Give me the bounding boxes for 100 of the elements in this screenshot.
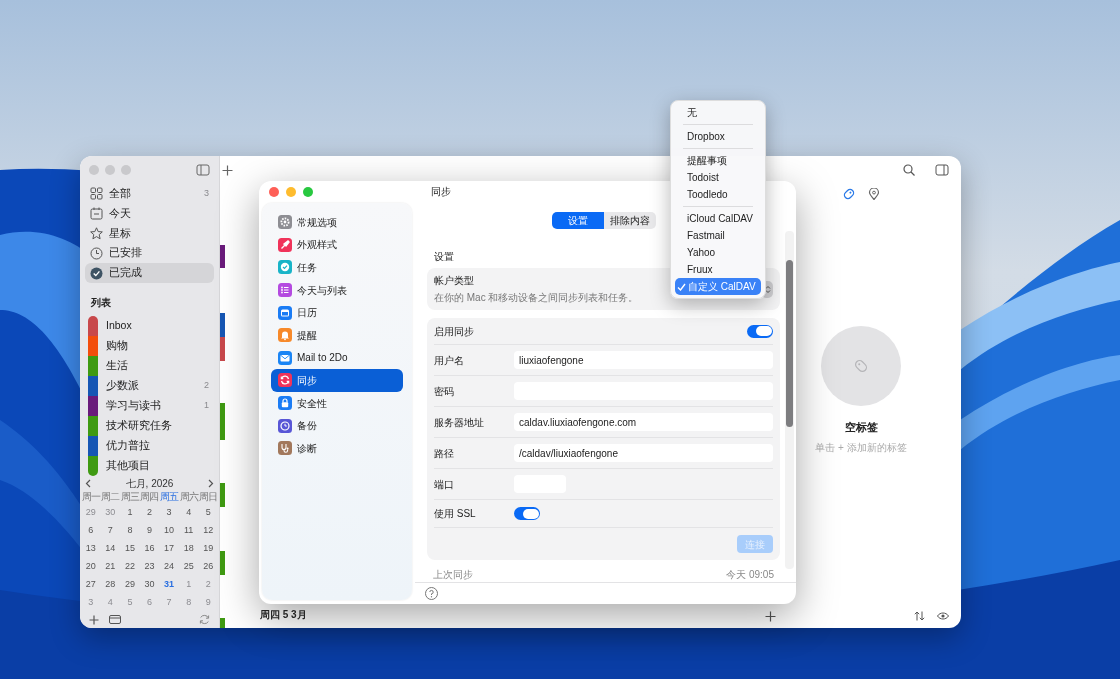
calendar-day[interactable]: 22 <box>120 557 140 576</box>
calendar-day[interactable]: 4 <box>178 503 199 522</box>
menu-item[interactable]: Yahoo <box>675 244 761 261</box>
sidebar-item[interactable]: 全部 3 <box>85 183 214 204</box>
calendar-day[interactable]: 21 <box>100 557 121 576</box>
settings-nav-item[interactable]: Mail to 2Do <box>271 346 403 370</box>
calendar-day[interactable]: 18 <box>178 539 199 558</box>
weekday-label: 周三 <box>120 490 140 504</box>
sidebar-toggle-icon[interactable] <box>196 163 210 176</box>
plus-icon[interactable] <box>765 610 776 622</box>
settings-nav-item[interactable]: 备份 <box>271 414 403 437</box>
settings-nav-item[interactable]: 同步 <box>271 369 403 392</box>
segment-tab[interactable]: 排除内容 <box>603 212 656 229</box>
settings-nav-item[interactable]: 任务 <box>271 256 403 279</box>
text-field[interactable]: caldav.liuxiaofengone.com <box>514 413 773 431</box>
list-item[interactable]: Inbox <box>85 316 214 337</box>
settings-nav-item[interactable]: 诊断 <box>271 436 403 460</box>
field-label: 用户名 <box>434 353 465 368</box>
eye-icon[interactable] <box>937 612 949 620</box>
field-label: 服务器地址 <box>434 415 485 430</box>
plus-icon[interactable] <box>222 164 233 176</box>
toggle-switch[interactable] <box>514 507 540 520</box>
window-title: 同步 <box>431 185 451 199</box>
help-icon[interactable] <box>425 587 438 600</box>
menu-item[interactable]: 无 <box>675 104 761 121</box>
sidebar-item[interactable]: 已完成 <box>85 263 214 284</box>
list-item[interactable]: 优力普拉 <box>85 436 214 457</box>
text-field[interactable]: /caldav/liuxiaofengone <box>514 444 773 462</box>
calendar-day[interactable]: 19 <box>198 539 218 558</box>
calendar-day[interactable]: 10 <box>159 521 179 540</box>
list-item[interactable]: 购物 <box>85 336 214 357</box>
chevron-left-icon[interactable] <box>85 478 91 488</box>
menu-item[interactable]: Dropbox <box>675 128 761 145</box>
calendar-day[interactable]: 29 <box>120 575 140 594</box>
settings-nav-item[interactable]: 安全性 <box>271 391 403 415</box>
calendar-day[interactable]: 24 <box>159 557 179 576</box>
check-circle-icon <box>90 266 103 280</box>
chevron-right-icon[interactable] <box>208 478 214 488</box>
settings-nav-item[interactable]: 外观样式 <box>271 233 403 257</box>
calendar-day[interactable]: 25 <box>178 557 199 576</box>
calendar-day[interactable]: 23 <box>139 557 160 576</box>
list-item[interactable]: 其他项目 <box>85 456 214 477</box>
calendar-day[interactable]: 15 <box>120 539 140 558</box>
calendar-day[interactable]: 12 <box>198 521 218 540</box>
list-item[interactable]: 技术研究任务 <box>85 416 214 437</box>
chevron-updown-icon <box>765 284 771 294</box>
calendar-day[interactable]: 9 <box>139 521 160 540</box>
sort-icon[interactable] <box>914 611 925 621</box>
menu-item[interactable]: Toodledo <box>675 186 761 203</box>
sidebar-toggle-icon[interactable] <box>935 164 949 176</box>
pin-icon[interactable] <box>867 188 880 200</box>
menu-item[interactable]: iCloud CalDAV <box>675 210 761 227</box>
calendar-day[interactable]: 16 <box>139 539 160 558</box>
menu-item[interactable]: Fastmail <box>675 227 761 244</box>
tag-icon[interactable] <box>842 188 855 200</box>
calendar-day[interactable]: 1 <box>120 503 140 522</box>
menu-item[interactable]: 提醒事项 <box>675 152 761 169</box>
list-item[interactable]: 生活 <box>85 356 214 377</box>
sidebar-item[interactable]: 今天 <box>85 203 214 224</box>
item-count: 3 <box>204 187 209 200</box>
section-heading: 设置 <box>434 250 454 264</box>
calendar-day[interactable]: 14 <box>100 539 121 558</box>
toggle-switch[interactable] <box>747 324 773 338</box>
list-item[interactable]: 少数派 2 <box>85 376 214 397</box>
calendar-day[interactable]: 13 <box>81 539 101 558</box>
settings-nav-item[interactable]: 常规选项 <box>271 211 403 234</box>
plus-icon[interactable] <box>89 614 99 625</box>
menu-item[interactable]: Todoist <box>675 169 761 186</box>
sidebar-item[interactable]: 星标 <box>85 223 214 244</box>
calendar-day[interactable]: 20 <box>81 557 101 576</box>
sidebar-item[interactable]: 已安排 <box>85 243 214 264</box>
last-sync-time: 今天 09:05 <box>726 568 774 582</box>
calendar-view-icon[interactable] <box>109 615 121 625</box>
calendar-day[interactable]: 11 <box>178 521 199 540</box>
calendar-day[interactable]: 30 <box>139 575 160 594</box>
day-header: 周四 5 3月 <box>260 608 307 622</box>
calendar-day[interactable]: 31 <box>159 575 179 594</box>
menu-item[interactable]: Fruux <box>675 261 761 278</box>
calendar-day[interactable]: 7 <box>100 521 121 540</box>
sync-icon[interactable] <box>199 614 210 626</box>
segment-tab[interactable]: 设置 <box>551 212 604 229</box>
calendar-day[interactable]: 8 <box>120 521 140 540</box>
settings-nav-item[interactable]: 今天与列表 <box>271 278 403 302</box>
calendar-day[interactable]: 27 <box>81 575 101 594</box>
calendar-day[interactable]: 3 <box>159 503 179 522</box>
calendar-day[interactable]: 5 <box>198 503 218 522</box>
settings-nav-item[interactable]: 日历 <box>271 301 403 324</box>
calendar-day[interactable]: 2 <box>139 503 160 522</box>
list-item[interactable]: 学习与读书 1 <box>85 396 214 417</box>
text-field[interactable]: liuxiaofengone <box>514 351 773 369</box>
menu-item[interactable]: 自定义 CalDAV <box>675 278 761 295</box>
weekday-label: 周一 <box>81 490 101 504</box>
calendar-day[interactable]: 6 <box>81 521 101 540</box>
calendar-day[interactable]: 17 <box>159 539 179 558</box>
search-icon[interactable] <box>903 164 915 176</box>
weekday-label: 周六 <box>179 490 199 504</box>
scrollbar[interactable] <box>785 231 794 569</box>
settings-nav-item[interactable]: 提醒 <box>271 323 403 347</box>
calendar-day[interactable]: 26 <box>198 557 218 576</box>
calendar-day[interactable]: 28 <box>100 575 121 594</box>
